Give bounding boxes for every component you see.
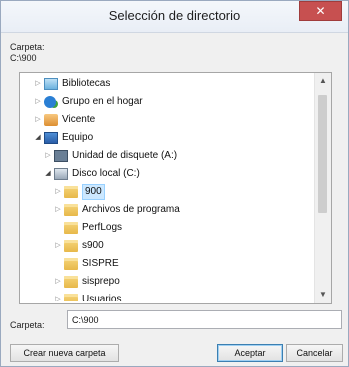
tree-item-label: Grupo en el hogar — [62, 96, 143, 107]
tree-item[interactable]: ▷ Bibliotecas — [20, 75, 316, 93]
tree-item-label: SISPRE — [82, 258, 119, 269]
collapse-arrow-icon[interactable]: ◢ — [33, 129, 43, 147]
folder-tree: ▷ Bibliotecas ▷ Grupo en el hogar ▷ Vicente ◢ E… — [20, 75, 316, 301]
expand-arrow-icon[interactable]: ▷ — [33, 111, 43, 129]
tree-item-label: s900 — [82, 240, 104, 251]
tree-item[interactable]: ◢ Disco local (C:) — [20, 165, 316, 183]
tree-item[interactable]: ▷ Grupo en el hogar — [20, 93, 316, 111]
folder-icon — [64, 222, 78, 234]
expand-arrow-icon[interactable]: ▷ — [53, 201, 63, 219]
new-folder-button[interactable]: Crear nueva carpeta — [10, 344, 119, 362]
tree-item-label: Usuarios — [82, 294, 122, 301]
dialog-title: Selección de directorio — [108, 8, 241, 23]
folder-icon — [64, 240, 78, 252]
current-path-label: Carpeta: — [10, 42, 45, 52]
user-folder-icon — [44, 114, 58, 126]
tree-item-label: sisprepo — [82, 276, 120, 287]
tree-item-label: Archivos de programa — [82, 204, 180, 215]
tree-item-label: 900 — [82, 184, 105, 200]
tree-item-label: Unidad de disquete (A:) — [72, 150, 178, 161]
library-icon — [44, 78, 58, 90]
tree-item-label: Equipo — [62, 132, 94, 143]
expand-arrow-icon[interactable]: ▷ — [53, 183, 63, 201]
folder-tree-panel: ▷ Bibliotecas ▷ Grupo en el hogar ▷ Vicente ◢ E… — [19, 72, 332, 304]
close-button[interactable]: ✕ — [299, 1, 342, 21]
scroll-thumb[interactable] — [318, 95, 327, 213]
expand-arrow-icon[interactable]: ▷ — [53, 273, 63, 291]
expand-arrow-icon[interactable]: ▷ — [53, 237, 63, 255]
computer-icon — [44, 132, 58, 144]
folder-field-label: Carpeta: — [10, 320, 45, 330]
current-path-value: C:\900 — [10, 53, 37, 63]
expand-arrow-icon[interactable]: ▷ — [53, 291, 63, 301]
tree-item[interactable]: SISPRE — [20, 255, 316, 273]
tree-item[interactable]: ▷ Usuarios — [20, 291, 316, 301]
expand-arrow-icon[interactable]: ▷ — [33, 75, 43, 93]
tree-item[interactable]: ▷ 900 — [20, 183, 316, 201]
expand-arrow-icon[interactable]: ▷ — [43, 147, 53, 165]
current-path: Carpeta: C:\900 — [10, 42, 45, 64]
tree-item-label: Bibliotecas — [62, 78, 111, 89]
tree-item[interactable]: PerfLogs — [20, 219, 316, 237]
tree-item-label: PerfLogs — [82, 222, 123, 233]
tree-scrollbar[interactable]: ▲ ▼ — [314, 73, 331, 303]
folder-path-input[interactable] — [67, 310, 342, 329]
tree-item[interactable]: ▷ Archivos de programa — [20, 201, 316, 219]
directory-dialog: Selección de directorio ✕ Carpeta: C:\90… — [0, 0, 349, 367]
homegroup-icon — [44, 96, 56, 108]
folder-icon — [64, 186, 78, 198]
accept-button[interactable]: Aceptar — [217, 344, 283, 362]
tree-item-label: Vicente — [62, 114, 96, 125]
folder-icon — [64, 204, 78, 216]
scroll-up-arrow-icon[interactable]: ▲ — [315, 73, 331, 89]
title-bar[interactable]: Selección de directorio ✕ — [1, 1, 348, 33]
tree-item[interactable]: ▷ s900 — [20, 237, 316, 255]
expand-arrow-icon[interactable]: ▷ — [33, 93, 43, 111]
cancel-button[interactable]: Cancelar — [286, 344, 343, 362]
collapse-arrow-icon[interactable]: ◢ — [43, 165, 53, 183]
scroll-down-arrow-icon[interactable]: ▼ — [315, 287, 331, 303]
tree-item-label: Disco local (C:) — [72, 168, 140, 179]
tree-item[interactable]: ▷ sisprepo — [20, 273, 316, 291]
close-icon: ✕ — [315, 4, 326, 18]
folder-icon — [64, 258, 78, 270]
tree-item[interactable]: ▷ Vicente — [20, 111, 316, 129]
tree-item[interactable]: ▷ Unidad de disquete (A:) — [20, 147, 316, 165]
tree-item[interactable]: ◢ Equipo — [20, 129, 316, 147]
folder-icon — [64, 294, 78, 301]
folder-icon — [64, 276, 78, 288]
floppy-drive-icon — [54, 150, 68, 162]
local-disk-icon — [54, 168, 68, 180]
